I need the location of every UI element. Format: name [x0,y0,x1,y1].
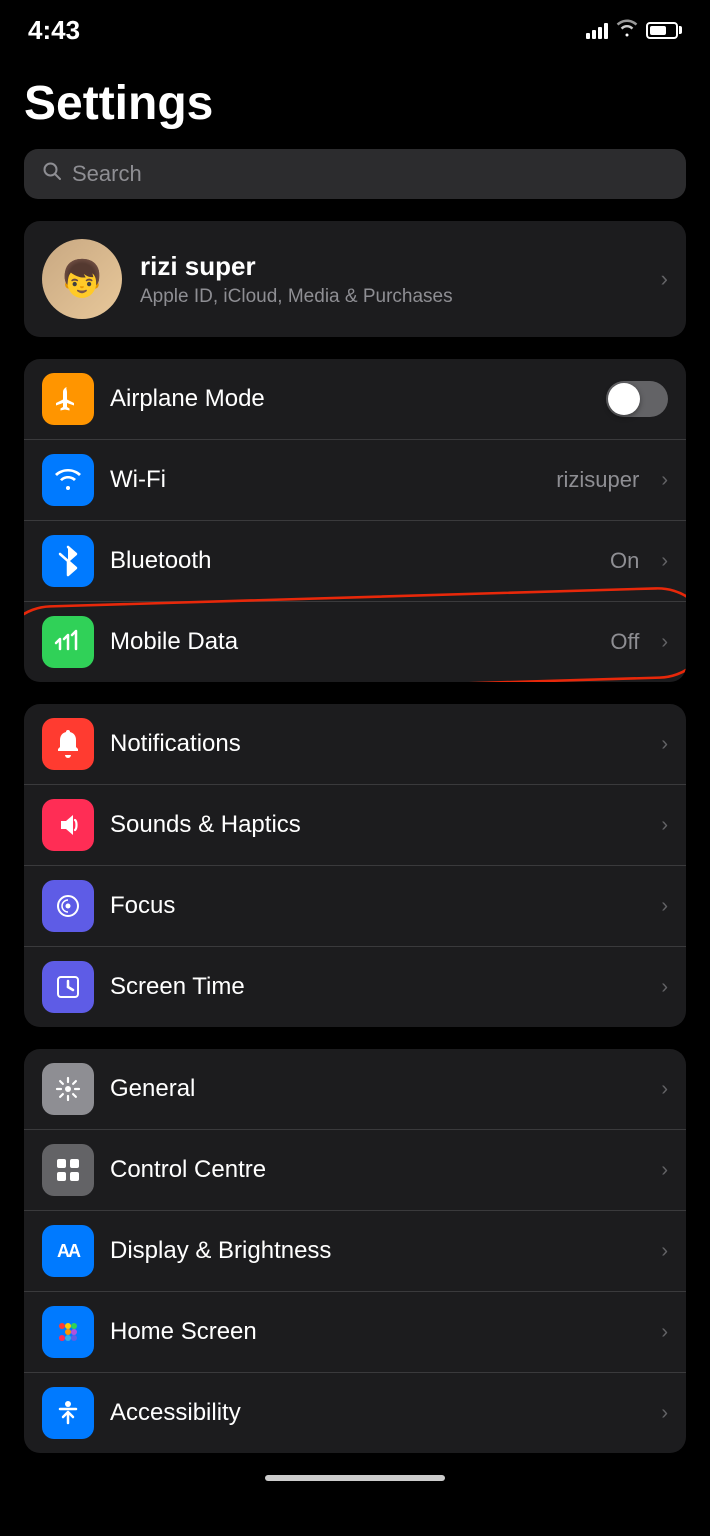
display-icon: AA [42,1225,94,1277]
status-bar: 4:43 [0,0,710,52]
control-centre-icon [42,1144,94,1196]
mobile-data-label: Mobile Data [110,628,594,656]
settings-row-accessibility[interactable]: Accessibility › [24,1373,686,1453]
battery-icon [646,22,682,39]
airplane-mode-label: Airplane Mode [110,385,590,413]
screen-time-chevron: › [661,976,668,999]
mobile-data-row-wrapper: Mobile Data Off › [24,602,686,682]
sounds-icon [42,799,94,851]
accessibility-chevron: › [661,1402,668,1425]
search-bar[interactable]: Search [24,149,686,199]
settings-row-home-screen[interactable]: Home Screen › [24,1292,686,1373]
control-centre-chevron: › [661,1159,668,1182]
focus-icon [42,880,94,932]
screen-time-label: Screen Time [110,973,639,1001]
settings-row-bluetooth[interactable]: Bluetooth On › [24,521,686,602]
profile-subtitle: Apple ID, iCloud, Media & Purchases [140,286,643,308]
mobile-data-value: Off [610,629,639,655]
connectivity-group: Airplane Mode Wi-Fi rizisuper › [24,359,686,682]
display-chevron: › [661,1240,668,1263]
settings-row-control-centre[interactable]: Control Centre › [24,1130,686,1211]
bluetooth-label: Bluetooth [110,547,594,575]
notifications-group: Notifications › Sounds & Haptics › [24,704,686,1027]
sounds-chevron: › [661,814,668,837]
mobile-data-chevron: › [661,631,668,654]
bluetooth-chevron: › [661,550,668,573]
settings-row-display[interactable]: AA Display & Brightness › [24,1211,686,1292]
sounds-label: Sounds & Haptics [110,811,639,839]
home-indicator [265,1475,445,1481]
home-screen-icon [42,1306,94,1358]
settings-row-airplane-mode[interactable]: Airplane Mode [24,359,686,440]
general-chevron: › [661,1078,668,1101]
signal-icon [586,21,608,39]
wifi-label: Wi-Fi [110,466,540,494]
mobile-data-icon [42,616,94,668]
airplane-mode-icon [42,373,94,425]
notifications-label: Notifications [110,730,639,758]
focus-chevron: › [661,895,668,918]
wifi-status-icon [616,19,638,42]
profile-row[interactable]: 👦 rizi super Apple ID, iCloud, Media & P… [24,221,686,337]
notifications-chevron: › [661,733,668,756]
wifi-value: rizisuper [556,467,639,493]
settings-row-screen-time[interactable]: Screen Time › [24,947,686,1027]
focus-label: Focus [110,892,639,920]
settings-row-focus[interactable]: Focus › [24,866,686,947]
screen-time-icon [42,961,94,1013]
display-label: Display & Brightness [110,1237,639,1265]
avatar: 👦 [42,239,122,319]
airplane-mode-toggle[interactable] [606,381,668,417]
accessibility-icon [42,1387,94,1439]
home-screen-label: Home Screen [110,1318,639,1346]
search-icon [42,161,62,187]
wifi-icon [42,454,94,506]
general-label: General [110,1075,639,1103]
notifications-icon [42,718,94,770]
page-title: Settings [24,76,686,131]
bluetooth-icon [42,535,94,587]
settings-row-sounds[interactable]: Sounds & Haptics › [24,785,686,866]
general-group: General › Control Centre › AA Display & … [24,1049,686,1453]
status-icons [586,19,682,42]
settings-row-notifications[interactable]: Notifications › [24,704,686,785]
search-placeholder: Search [72,161,142,187]
home-screen-chevron: › [661,1321,668,1344]
control-centre-label: Control Centre [110,1156,639,1184]
wifi-chevron: › [661,469,668,492]
profile-name: rizi super [140,251,643,282]
profile-chevron: › [661,266,668,292]
settings-row-mobile-data[interactable]: Mobile Data Off › [24,602,686,682]
settings-row-wifi[interactable]: Wi-Fi rizisuper › [24,440,686,521]
accessibility-label: Accessibility [110,1399,639,1427]
settings-row-general[interactable]: General › [24,1049,686,1130]
status-time: 4:43 [28,15,80,46]
bluetooth-value: On [610,548,639,574]
general-icon [42,1063,94,1115]
